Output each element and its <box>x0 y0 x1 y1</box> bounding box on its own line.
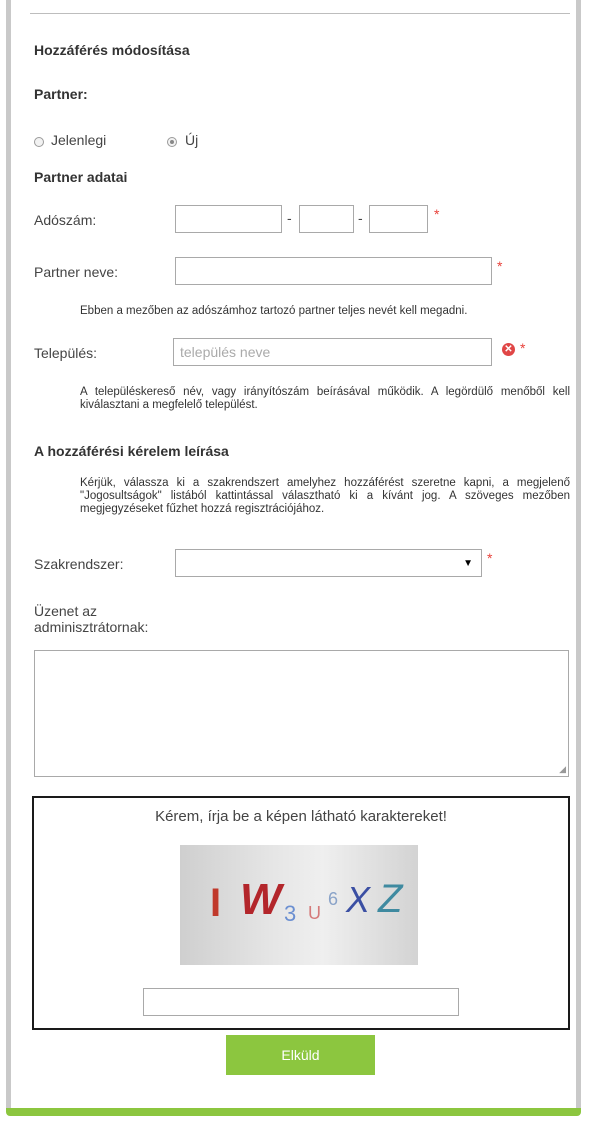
radio-new[interactable] <box>167 137 177 147</box>
message-textarea[interactable]: ◢ <box>34 650 569 777</box>
partner-name-label: Partner neve: <box>34 264 119 280</box>
tax-number-part3-input[interactable] <box>369 205 428 233</box>
settlement-label: Település: <box>34 345 98 361</box>
captcha-char: X <box>346 879 371 920</box>
partner-heading: Partner: <box>34 86 88 102</box>
required-mark: * <box>497 258 503 274</box>
tax-number-part2-input[interactable] <box>299 205 354 233</box>
required-mark: * <box>434 206 440 222</box>
radio-current-label[interactable]: Jelenlegi <box>51 132 106 148</box>
chevron-down-icon: ▼ <box>463 558 473 569</box>
required-mark: * <box>487 550 493 566</box>
request-help: Kérjük, válassza ki a szakrendszert amel… <box>80 477 570 515</box>
panel-bottom-accent <box>6 1108 581 1116</box>
captcha-char: 6 <box>328 889 339 909</box>
system-select[interactable]: ▼ <box>175 549 482 577</box>
settlement-input[interactable]: település neve <box>173 338 492 366</box>
partner-data-heading: Partner adatai <box>34 169 128 185</box>
radio-new-label[interactable]: Új <box>185 132 198 148</box>
tax-number-label: Adószám: <box>34 212 97 228</box>
captcha-char: W <box>240 875 282 924</box>
tax-separator: - <box>358 210 363 226</box>
captcha-char: I <box>210 881 222 925</box>
clear-icon[interactable]: ✕ <box>502 343 515 356</box>
captcha-char: Z <box>378 877 403 921</box>
request-heading: A hozzáférési kérelem leírása <box>34 443 229 459</box>
captcha-char: 3 <box>284 901 297 926</box>
system-label: Szakrendszer: <box>34 556 124 572</box>
message-label: Üzenet az adminisztrátornak: <box>34 603 149 635</box>
section-title: Hozzáférés módosítása <box>34 42 190 58</box>
captcha-prompt: Kérem, írja be a képen látható karaktere… <box>155 808 447 825</box>
tax-number-part1-input[interactable] <box>175 205 282 233</box>
top-divider <box>30 13 570 14</box>
partner-name-help: Ebben a mezőben az adószámhoz tartozó pa… <box>80 305 468 317</box>
settlement-help: A településkereső név, vagy irányítószám… <box>80 386 570 411</box>
submit-button[interactable]: Elküld <box>226 1035 375 1075</box>
captcha-image: I W 3 U 6 X Z <box>180 845 418 965</box>
settlement-placeholder: település neve <box>180 344 271 360</box>
radio-current[interactable] <box>34 137 44 147</box>
resize-handle-icon[interactable]: ◢ <box>559 764 566 775</box>
captcha-input[interactable] <box>143 988 459 1016</box>
tax-separator: - <box>287 210 292 226</box>
captcha-char: U <box>308 903 321 923</box>
required-mark: * <box>520 340 526 356</box>
partner-name-input[interactable] <box>175 257 492 285</box>
